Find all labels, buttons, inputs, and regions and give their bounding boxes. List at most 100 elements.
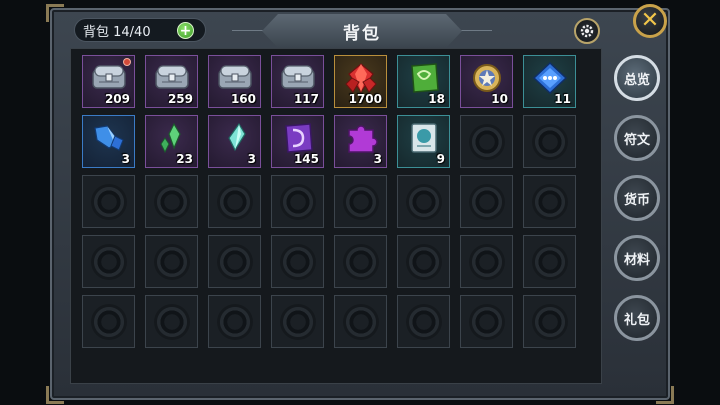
empty-slot-swirl-icon — [405, 183, 442, 220]
empty-slot[interactable] — [208, 295, 261, 348]
empty-slot[interactable] — [397, 175, 450, 228]
inventory-grid: 209 259 160 117 1700 18 10 11 3 23 3 145 3 9 — [70, 48, 602, 384]
empty-slot[interactable] — [523, 235, 576, 288]
empty-slot-swirl-icon — [468, 303, 505, 340]
category-tab[interactable]: 总览 — [614, 55, 660, 101]
empty-slot[interactable] — [523, 175, 576, 228]
silver-chest-icon — [152, 60, 192, 96]
empty-slot-swirl-icon — [216, 243, 253, 280]
empty-slot[interactable] — [397, 235, 450, 288]
inventory-slot[interactable]: 3 — [334, 115, 387, 168]
empty-slot[interactable] — [460, 115, 513, 168]
category-tab[interactable]: 礼包 — [614, 295, 660, 341]
empty-slot[interactable] — [271, 175, 324, 228]
empty-slot-swirl-icon — [279, 303, 316, 340]
tab-label: 材料 — [623, 252, 650, 268]
inventory-slot[interactable]: 11 — [523, 55, 576, 108]
empty-slot[interactable] — [82, 295, 135, 348]
empty-slot[interactable] — [208, 175, 261, 228]
inventory-screen: 背包 背包 14/40 + ✕ 209 259 160 117 1700 18 10 11 3 2… — [0, 0, 720, 405]
red-gems-icon — [341, 60, 381, 96]
settings-button[interactable] — [574, 18, 600, 44]
frame-corner — [656, 386, 674, 404]
empty-slot[interactable] — [523, 115, 576, 168]
item-count: 209 — [104, 92, 130, 106]
empty-slot-swirl-icon — [279, 183, 316, 220]
item-count: 117 — [293, 92, 319, 106]
inventory-slot[interactable]: 160 — [208, 55, 261, 108]
silver-chest-icon — [278, 60, 318, 96]
item-count: 3 — [247, 152, 256, 166]
empty-slot-swirl-icon — [279, 243, 316, 280]
empty-slot-swirl-icon — [468, 123, 505, 160]
empty-slot-swirl-icon — [531, 243, 568, 280]
item-count: 160 — [230, 92, 256, 106]
inventory-slot[interactable]: 259 — [145, 55, 198, 108]
new-item-badge — [123, 58, 131, 66]
empty-slot[interactable] — [334, 175, 387, 228]
page-title: 背包 — [343, 23, 381, 44]
purple-puzzle-icon — [341, 120, 381, 156]
teal-shard-icon — [215, 120, 255, 156]
close-icon: ✕ — [640, 8, 660, 33]
green-rune-stone-icon — [404, 60, 444, 96]
item-count: 18 — [428, 92, 445, 106]
empty-slot-swirl-icon — [216, 303, 253, 340]
empty-slot[interactable] — [460, 235, 513, 288]
empty-slot[interactable] — [397, 295, 450, 348]
empty-slot[interactable] — [145, 175, 198, 228]
category-tab[interactable]: 货币 — [614, 175, 660, 221]
empty-slot[interactable] — [460, 175, 513, 228]
inventory-slot[interactable]: 1700 — [334, 55, 387, 108]
tab-label: 总览 — [623, 72, 650, 88]
frame-corner — [46, 4, 64, 22]
purple-rune-icon — [278, 120, 318, 156]
frame-corner — [46, 386, 64, 404]
inventory-slot[interactable]: 18 — [397, 55, 450, 108]
empty-slot-swirl-icon — [531, 183, 568, 220]
item-count: 10 — [491, 92, 508, 106]
tab-label: 礼包 — [623, 312, 650, 328]
inventory-slot[interactable]: 145 — [271, 115, 324, 168]
empty-slot-swirl-icon — [468, 183, 505, 220]
empty-slot-swirl-icon — [153, 183, 190, 220]
empty-slot-swirl-icon — [90, 183, 127, 220]
empty-slot[interactable] — [271, 295, 324, 348]
inventory-slot[interactable]: 117 — [271, 55, 324, 108]
empty-slot[interactable] — [334, 295, 387, 348]
empty-slot-swirl-icon — [405, 243, 442, 280]
empty-slot[interactable] — [334, 235, 387, 288]
silver-chest-icon — [215, 60, 255, 96]
item-count: 3 — [373, 152, 382, 166]
gold-emblem-icon — [467, 60, 507, 96]
inventory-slot[interactable]: 3 — [208, 115, 261, 168]
empty-slot[interactable] — [208, 235, 261, 288]
category-tab[interactable]: 材料 — [614, 235, 660, 281]
tab-label: 符文 — [623, 132, 650, 148]
empty-slot[interactable] — [460, 295, 513, 348]
item-count: 11 — [554, 92, 571, 106]
item-count: 145 — [293, 152, 319, 166]
inventory-slot[interactable]: 23 — [145, 115, 198, 168]
empty-slot-swirl-icon — [216, 183, 253, 220]
close-button[interactable]: ✕ — [633, 4, 667, 38]
empty-slot-swirl-icon — [468, 243, 505, 280]
item-count: 259 — [167, 92, 193, 106]
item-count: 23 — [176, 152, 193, 166]
inventory-slot[interactable]: 209 — [82, 55, 135, 108]
empty-slot-swirl-icon — [405, 303, 442, 340]
inventory-slot[interactable]: 10 — [460, 55, 513, 108]
empty-slot[interactable] — [271, 235, 324, 288]
blue-ticket-icon — [530, 60, 570, 96]
empty-slot[interactable] — [145, 235, 198, 288]
inventory-slot[interactable]: 9 — [397, 115, 450, 168]
capacity-label: 背包 14/40 — [83, 24, 151, 40]
category-tab[interactable]: 符文 — [614, 115, 660, 161]
expand-capacity-button[interactable]: + — [177, 22, 194, 39]
inventory-slot[interactable]: 3 — [82, 115, 135, 168]
empty-slot[interactable] — [145, 295, 198, 348]
empty-slot[interactable] — [82, 235, 135, 288]
empty-slot[interactable] — [82, 175, 135, 228]
item-count: 3 — [121, 152, 130, 166]
empty-slot[interactable] — [523, 295, 576, 348]
